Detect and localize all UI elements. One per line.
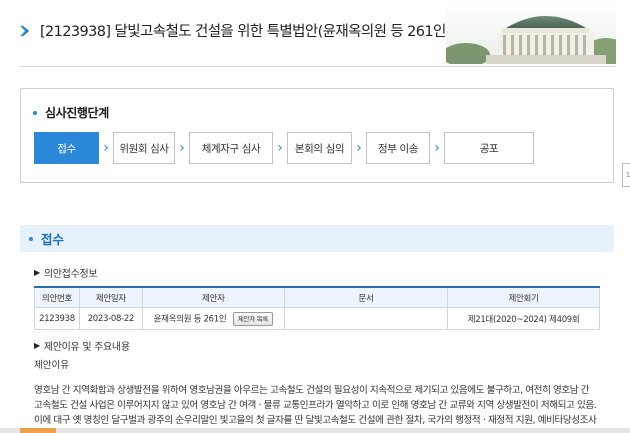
stage-step-legal-review[interactable]: 체계자구 심사: [189, 132, 273, 164]
col-header-session: 제안회기: [447, 286, 600, 308]
col-header-proposer: 제안자: [141, 286, 285, 308]
col-header-document: 문서: [283, 286, 449, 308]
triangle-right-icon: ▶: [34, 268, 40, 277]
reason-heading: ▶ 제안이유 및 주요내용: [34, 338, 130, 353]
reason-body: 영호남 간 지역화합과 상생발전을 위하여 영호남권을 아우르는 고속철도 건설…: [34, 383, 612, 428]
bill-info-table: 의안번호 제안일자 제안자 문서 제안회기 2123938 2023-08-22…: [34, 286, 600, 330]
bill-detail-page: [2123938] 달빛고속철도 건설을 위한 특별법안(윤재옥의원 등 261…: [0, 0, 630, 433]
cell-proposer: 윤재옥의원 등 261인 제안자 목록: [141, 307, 285, 330]
bill-title-row: [2123938] 달빛고속철도 건설을 위한 특별법안(윤재옥의원 등 261…: [20, 20, 451, 41]
stage-step-govt-transfer[interactable]: 정부 이송: [366, 132, 430, 164]
stage-step-received[interactable]: 접수: [34, 132, 99, 164]
chevron-right-icon: ›: [179, 140, 185, 156]
reason-heading-label: 제안이유 및 주요내용: [43, 342, 130, 353]
body-line: 이에 대구 옛 명칭인 달구벌과 광주의 순우리말인 빛고을의 첫 글자를 딴 …: [34, 415, 597, 426]
reason-label: 제안이유: [34, 360, 69, 371]
info-heading-label: 의안접수정보: [43, 269, 98, 280]
section-title: 접수: [41, 232, 65, 247]
review-stage-panel: 심사진행단계 접수 › 위원회 심사 › 체계자구 심사 › 본회의 심의 › …: [20, 88, 614, 183]
cell-session: 제21대(2020~2024) 제409회: [447, 307, 600, 330]
review-stage-title: 심사진행단계: [45, 106, 109, 120]
bullet-dot-icon: [33, 110, 37, 115]
bullet-dot-icon: [29, 236, 33, 241]
stage-step-committee-review[interactable]: 위원회 심사: [113, 132, 175, 164]
proposer-list-button[interactable]: 제안자 목록: [232, 311, 273, 326]
body-line: 영호남 간 지역화합과 상생발전을 위하여 영호남권을 아우르는 고속철도 건설…: [34, 385, 590, 396]
stage-steps: 접수 › 위원회 심사 › 체계자구 심사 › 본회의 심의 › 정부 이송 ›…: [34, 132, 534, 164]
cell-document: [283, 307, 449, 330]
body-line: 고속철도 건설 사업은 이루어지지 않고 있어 영호남 간 여객 · 물류 교통…: [34, 400, 597, 411]
info-heading: ▶ 의안접수정보: [34, 265, 98, 280]
chevron-right-icon: ›: [277, 140, 283, 156]
triangle-right-icon: ▶: [34, 341, 40, 350]
col-header-bill-no: 의안번호: [34, 286, 80, 308]
cell-bill-no: 2123938: [34, 307, 80, 330]
bill-header: [2123938] 달빛고속철도 건설을 위한 특별법안(윤재옥의원 등 261…: [20, 0, 616, 67]
section-header: 접수: [20, 225, 614, 252]
stage-step-plenary[interactable]: 본회의 심의: [287, 132, 352, 164]
side-scroll-tab[interactable]: 1: [622, 163, 630, 187]
stage-step-promulgation[interactable]: 공포: [444, 132, 534, 164]
proposer-text: 윤재옥의원 등 261인: [153, 314, 227, 324]
national-assembly-building-image: [446, 0, 616, 64]
table-row: 2123938 2023-08-22 윤재옥의원 등 261인 제안자 목록 제…: [34, 307, 600, 330]
chevron-right-icon: ›: [356, 140, 362, 156]
chevron-right-icon: ›: [103, 140, 109, 156]
bottom-accent-bar: [20, 428, 56, 433]
review-stage-heading: 심사진행단계: [33, 104, 109, 121]
bottom-divider: [0, 428, 630, 433]
bill-title: [2123938] 달빛고속철도 건설을 위한 특별법안(윤재옥의원 등 261…: [40, 24, 451, 40]
col-header-date: 제안일자: [78, 286, 143, 308]
chevron-right-icon: [20, 24, 29, 37]
cell-date: 2023-08-22: [78, 307, 143, 330]
chevron-right-icon: ›: [434, 140, 440, 156]
